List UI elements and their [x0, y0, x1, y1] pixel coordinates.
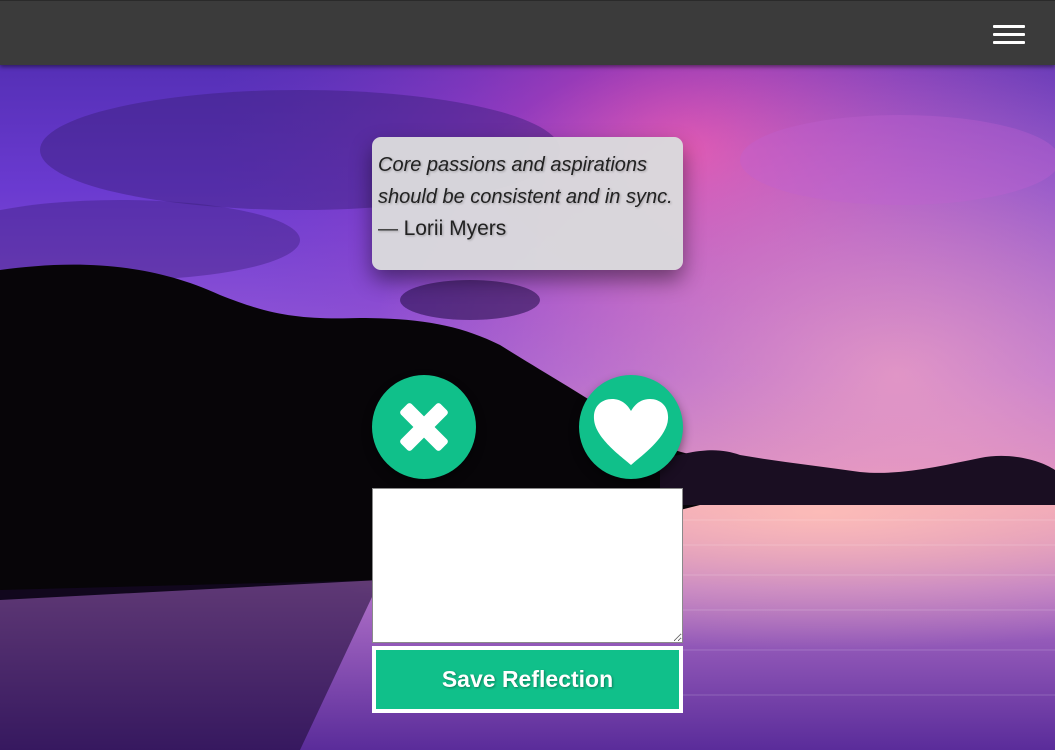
save-reflection-button[interactable]: Save Reflection: [372, 646, 683, 713]
reject-quote-button[interactable]: [372, 375, 476, 479]
app-page: Core passions and aspirations should be …: [0, 0, 1055, 750]
heart-icon: [593, 399, 669, 465]
quote-block: Core passions and aspirations should be …: [378, 149, 673, 245]
like-quote-button[interactable]: [579, 375, 683, 479]
quote-text: Core passions and aspirations should be …: [378, 154, 673, 208]
reflection-textarea[interactable]: [372, 488, 683, 643]
menu-bar-line: [993, 33, 1025, 36]
hamburger-menu-icon[interactable]: [993, 21, 1027, 47]
quote-dash: —: [378, 218, 398, 240]
close-x-icon: [400, 403, 448, 451]
menu-bar-line: [993, 25, 1025, 28]
quote-author: Lorii Myers: [403, 217, 507, 240]
quote-card: Core passions and aspirations should be …: [372, 137, 683, 270]
menu-bar-line: [993, 41, 1025, 44]
top-navbar: [0, 0, 1055, 65]
